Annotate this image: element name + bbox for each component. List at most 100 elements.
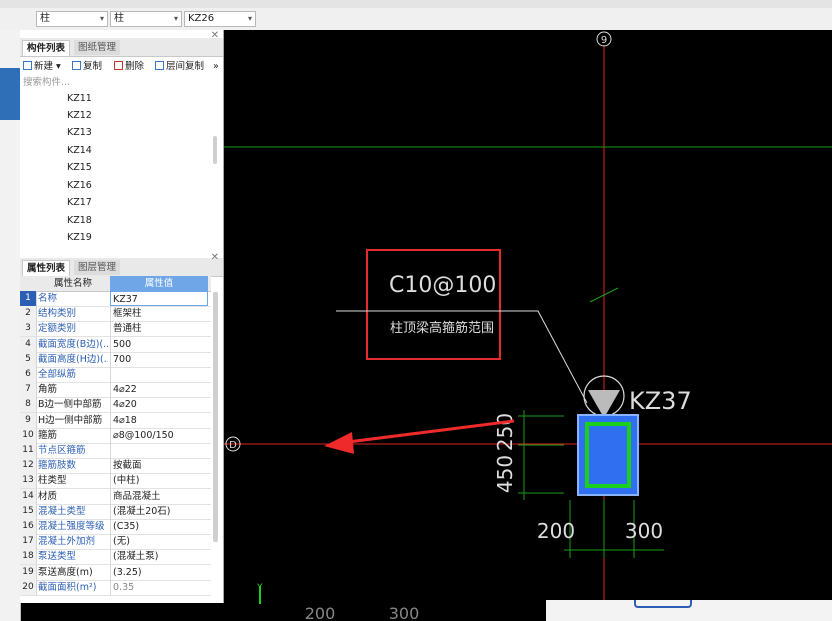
- list-item[interactable]: KZ17: [67, 194, 92, 211]
- new-button[interactable]: 新建 ▾: [23, 59, 61, 75]
- property-value[interactable]: [110, 443, 208, 458]
- property-name: 混凝土类型: [38, 505, 86, 517]
- dim-label-450: 450: [493, 455, 517, 493]
- property-name: 柱类型: [38, 475, 67, 487]
- table-row[interactable]: 17 混凝土外加剂 (无): [20, 534, 211, 551]
- property-value-header: 属性值: [110, 276, 208, 291]
- floor-copy-icon: [155, 61, 164, 70]
- top-toolbar: 柱 ▾ 柱 ▾ KZ26 ▾: [0, 0, 832, 31]
- property-value[interactable]: 框架柱: [110, 306, 208, 322]
- property-value[interactable]: 商品混凝土: [110, 488, 208, 504]
- table-row[interactable]: 12 箍筋肢数 按截面: [20, 458, 211, 475]
- cad-canvas[interactable]: 9 D C10@100 柱顶梁高箍筋范围 KZ37 250 450 200 30…: [224, 30, 832, 621]
- property-value[interactable]: (无): [110, 534, 208, 550]
- property-name: 混凝土外加剂: [38, 536, 96, 548]
- list-scrollbar[interactable]: [213, 136, 217, 164]
- floor-copy-button[interactable]: 层间复制: [155, 59, 204, 75]
- property-value[interactable]: 500: [110, 336, 208, 352]
- list-item[interactable]: KZ13: [67, 124, 92, 141]
- property-value[interactable]: 普通柱: [110, 321, 208, 337]
- left-edge-panel: [0, 30, 21, 621]
- property-value[interactable]: 0.35: [110, 579, 208, 595]
- property-value[interactable]: 4⌀18: [110, 412, 208, 428]
- row-number: 12: [20, 458, 37, 474]
- property-name: 名称: [38, 293, 58, 304]
- row-number: 20: [20, 579, 37, 595]
- table-row[interactable]: 19 泵送高度(m) (3.25): [20, 564, 211, 581]
- table-row[interactable]: 20 截面面积(m²) 0.35: [20, 579, 211, 596]
- property-value[interactable]: [110, 367, 208, 382]
- property-value[interactable]: (3.25): [110, 564, 208, 580]
- row-number: 13: [20, 473, 37, 489]
- table-row[interactable]: 7 角筋 4⌀22: [20, 382, 211, 399]
- table-row[interactable]: 1 名称 KZ37: [20, 291, 211, 307]
- property-value[interactable]: KZ37: [110, 291, 208, 306]
- table-row[interactable]: 16 混凝土强度等级 (C35): [20, 519, 211, 535]
- table-row[interactable]: 14 材质 商品混凝土: [20, 488, 211, 505]
- table-row[interactable]: 18 泵送类型 (混凝土泵): [20, 549, 211, 566]
- list-item[interactable]: KZ18: [67, 212, 92, 229]
- tab-property-list[interactable]: 属性列表: [22, 260, 71, 276]
- list-item[interactable]: KZ15: [67, 159, 92, 176]
- table-row[interactable]: 8 B边一侧中部筋 4⌀20: [20, 397, 211, 414]
- list-item[interactable]: KZ16: [67, 177, 92, 194]
- property-name: 定额类别: [38, 323, 77, 335]
- property-value[interactable]: ⌀8@100/150: [110, 427, 208, 443]
- row-number: 2: [20, 306, 37, 322]
- tab-component-list[interactable]: 构件列表: [22, 40, 71, 56]
- property-name: 角筋: [38, 384, 58, 396]
- table-row[interactable]: 4 截面宽度(B边)(... 500: [20, 336, 211, 353]
- property-value[interactable]: 700: [110, 351, 208, 367]
- list-item[interactable]: KZ14: [67, 142, 92, 159]
- component-name-select[interactable]: KZ26 ▾: [184, 11, 256, 27]
- table-row[interactable]: 13 柱类型 (中柱): [20, 473, 211, 490]
- floor-type-value: 柱: [40, 13, 50, 24]
- tab-layer-manage[interactable]: 图层管理: [74, 260, 121, 275]
- property-scrollbar[interactable]: [213, 292, 218, 542]
- row-number: 4: [20, 336, 37, 352]
- property-value[interactable]: (中柱): [110, 473, 208, 489]
- delete-button[interactable]: 删除: [114, 59, 144, 75]
- table-row[interactable]: 9 H边一侧中部筋 4⌀18: [20, 412, 211, 429]
- copy-label: 复制: [83, 61, 103, 72]
- copy-button[interactable]: 复制: [72, 59, 102, 75]
- property-value[interactable]: 按截面: [110, 458, 208, 474]
- row-number: 14: [20, 488, 37, 504]
- chevron-down-icon: ▾: [247, 14, 252, 23]
- component-toolbar: 新建 ▾ 复制 删除 层间复制 »: [20, 58, 223, 76]
- property-name: 泵送高度(m): [38, 566, 93, 578]
- row-number: 19: [20, 564, 37, 580]
- property-value[interactable]: (混凝土20石): [110, 503, 208, 519]
- axis-label-d: D: [229, 440, 237, 451]
- table-row[interactable]: 3 定额类别 普通柱: [20, 321, 211, 338]
- property-value[interactable]: 4⌀22: [110, 382, 208, 398]
- table-row[interactable]: 6 全部纵筋: [20, 367, 211, 383]
- y-axis-label: Y: [256, 583, 263, 593]
- list-item[interactable]: KZ11: [67, 90, 92, 107]
- bottom-right-area: [546, 600, 832, 621]
- tab-drawing-manage[interactable]: 图纸管理: [74, 40, 121, 55]
- property-name: 截面高度(H边)(...: [38, 353, 108, 365]
- table-row[interactable]: 10 箍筋 ⌀8@100/150: [20, 427, 211, 444]
- row-number: 18: [20, 549, 37, 565]
- component-type-select[interactable]: 柱 ▾: [110, 11, 182, 27]
- close-icon[interactable]: ✕: [211, 30, 219, 41]
- property-value[interactable]: (混凝土泵): [110, 549, 208, 565]
- table-row[interactable]: 11 节点区箍筋: [20, 443, 211, 459]
- more-button[interactable]: »: [213, 59, 219, 75]
- table-row[interactable]: 5 截面高度(H边)(... 700: [20, 351, 211, 368]
- property-value[interactable]: 4⌀20: [110, 397, 208, 413]
- dim-label-300-lower: 300: [389, 604, 420, 621]
- component-search-input[interactable]: 搜索构件...: [20, 76, 223, 90]
- list-item[interactable]: KZ19: [67, 229, 92, 246]
- floor-copy-label: 层间复制: [166, 61, 205, 72]
- floor-type-select[interactable]: 柱 ▾: [36, 11, 108, 27]
- close-icon[interactable]: ✕: [211, 252, 219, 263]
- property-value[interactable]: (C35): [110, 519, 208, 534]
- list-item[interactable]: KZ12: [67, 107, 92, 124]
- row-number: 10: [20, 427, 37, 443]
- row-number: 11: [20, 443, 37, 458]
- table-row[interactable]: 15 混凝土类型 (混凝土20石): [20, 503, 211, 520]
- title-strip: [0, 0, 832, 8]
- table-row[interactable]: 2 结构类别 框架柱: [20, 306, 211, 323]
